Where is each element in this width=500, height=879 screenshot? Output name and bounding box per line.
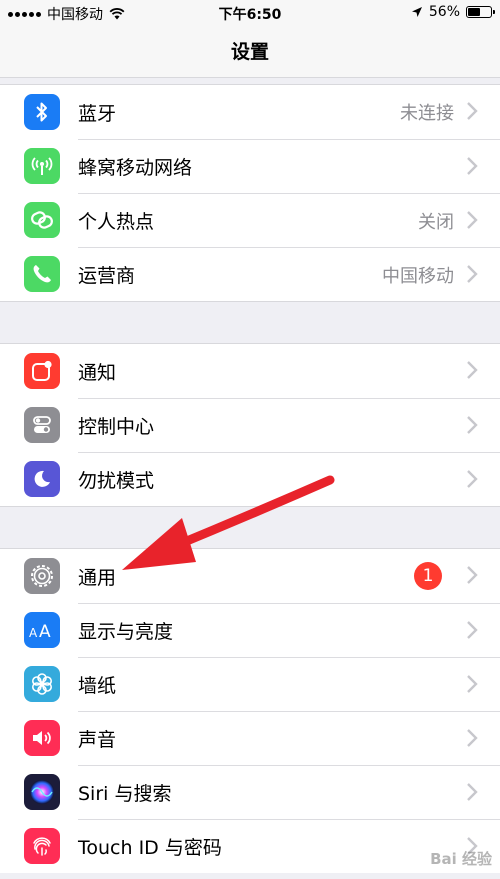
fingerprint-icon xyxy=(24,828,60,864)
settings-row-sounds[interactable]: 声音 xyxy=(0,711,500,765)
settings-row-label: 控制中心 xyxy=(78,416,155,438)
chevron-right-icon xyxy=(467,416,478,434)
chevron-right-icon xyxy=(467,211,478,229)
battery-icon xyxy=(466,6,495,18)
svg-text:A: A xyxy=(39,622,51,640)
cellular-antenna-icon xyxy=(24,148,60,184)
chevron-right-icon xyxy=(467,102,478,120)
bluetooth-icon xyxy=(24,94,60,130)
settings-row-notifications[interactable]: 通知 xyxy=(0,344,500,398)
settings-row-label: 个人热点 xyxy=(78,211,155,233)
chevron-right-icon xyxy=(467,470,478,488)
watermark: Bai 经验 xyxy=(430,850,492,868)
settings-row-label: 勿扰模式 xyxy=(78,470,155,492)
chevron-right-icon xyxy=(467,157,478,175)
chevron-right-icon xyxy=(467,361,478,379)
chevron-right-icon xyxy=(467,783,478,801)
settings-group-notifications: 通知 控制中心 勿扰模式 xyxy=(0,343,500,507)
settings-row-label: 通用 xyxy=(78,566,117,589)
settings-group-general: 通用 1 A A 显示与亮度 墙纸 声音 Siri 与搜索 Touch ID 与… xyxy=(0,548,500,873)
settings-row-general[interactable]: 通用 1 xyxy=(0,549,500,603)
settings-row-control-center[interactable]: 控制中心 xyxy=(0,398,500,452)
settings-row-value: 关闭 xyxy=(418,211,454,233)
settings-row-label: 蜂窝移动网络 xyxy=(78,157,193,179)
settings-row-label: 声音 xyxy=(78,729,117,751)
nav-bar: 设置 xyxy=(0,26,500,78)
chevron-right-icon xyxy=(467,729,478,747)
chevron-right-icon xyxy=(467,566,478,584)
personal-hotspot-icon xyxy=(24,202,60,238)
settings-row-label: 通知 xyxy=(78,361,117,384)
chevron-right-icon xyxy=(467,621,478,639)
status-bar: 中国移动 下午6:50 56% xyxy=(0,0,500,26)
moon-icon xyxy=(24,461,60,497)
settings-row-value: 中国移动 xyxy=(382,265,454,287)
settings-row-label: Siri 与搜索 xyxy=(78,783,172,805)
page-title: 设置 xyxy=(230,41,269,63)
settings-row-siri-search[interactable]: Siri 与搜索 xyxy=(0,765,500,819)
chevron-right-icon xyxy=(467,675,478,693)
gear-icon xyxy=(24,558,60,594)
status-right: 56% xyxy=(411,4,495,20)
speaker-icon xyxy=(24,720,60,756)
settings-row-do-not-disturb[interactable]: 勿扰模式 xyxy=(0,452,500,506)
notifications-icon xyxy=(24,353,60,389)
svg-text:A: A xyxy=(29,626,38,640)
settings-row-label: Touch ID 与密码 xyxy=(78,837,222,859)
settings-row-label: 蓝牙 xyxy=(78,102,117,125)
chevron-right-icon xyxy=(467,265,478,283)
settings-row-label: 运营商 xyxy=(78,265,136,287)
display-aa-icon: A A xyxy=(24,612,60,648)
control-center-icon xyxy=(24,407,60,443)
settings-row-touch-id-passcode[interactable]: Touch ID 与密码 xyxy=(0,819,500,873)
battery-level-fill xyxy=(468,8,481,16)
siri-icon xyxy=(24,774,60,810)
location-arrow-icon xyxy=(411,7,422,17)
settings-row-carrier[interactable]: 运营商 中国移动 xyxy=(0,247,500,301)
settings-row-label: 显示与亮度 xyxy=(78,621,174,643)
settings-row-value: 未连接 xyxy=(400,103,454,124)
settings-row-personal-hotspot[interactable]: 个人热点 关闭 xyxy=(0,193,500,247)
settings-group-connectivity: 蓝牙 未连接 蜂窝移动网络 个人热点 关闭 运营商 中国移动 xyxy=(0,84,500,302)
wallpaper-flower-icon xyxy=(24,666,60,702)
update-badge: 1 xyxy=(414,562,442,590)
settings-row-display-brightness[interactable]: A A 显示与亮度 xyxy=(0,603,500,657)
settings-row-wallpaper[interactable]: 墙纸 xyxy=(0,657,500,711)
battery-percent: 56% xyxy=(428,4,460,20)
settings-row-bluetooth[interactable]: 蓝牙 未连接 xyxy=(0,85,500,139)
settings-row-cellular[interactable]: 蜂窝移动网络 xyxy=(0,139,500,193)
settings-row-label: 墙纸 xyxy=(78,675,117,697)
phone-icon xyxy=(24,256,60,292)
